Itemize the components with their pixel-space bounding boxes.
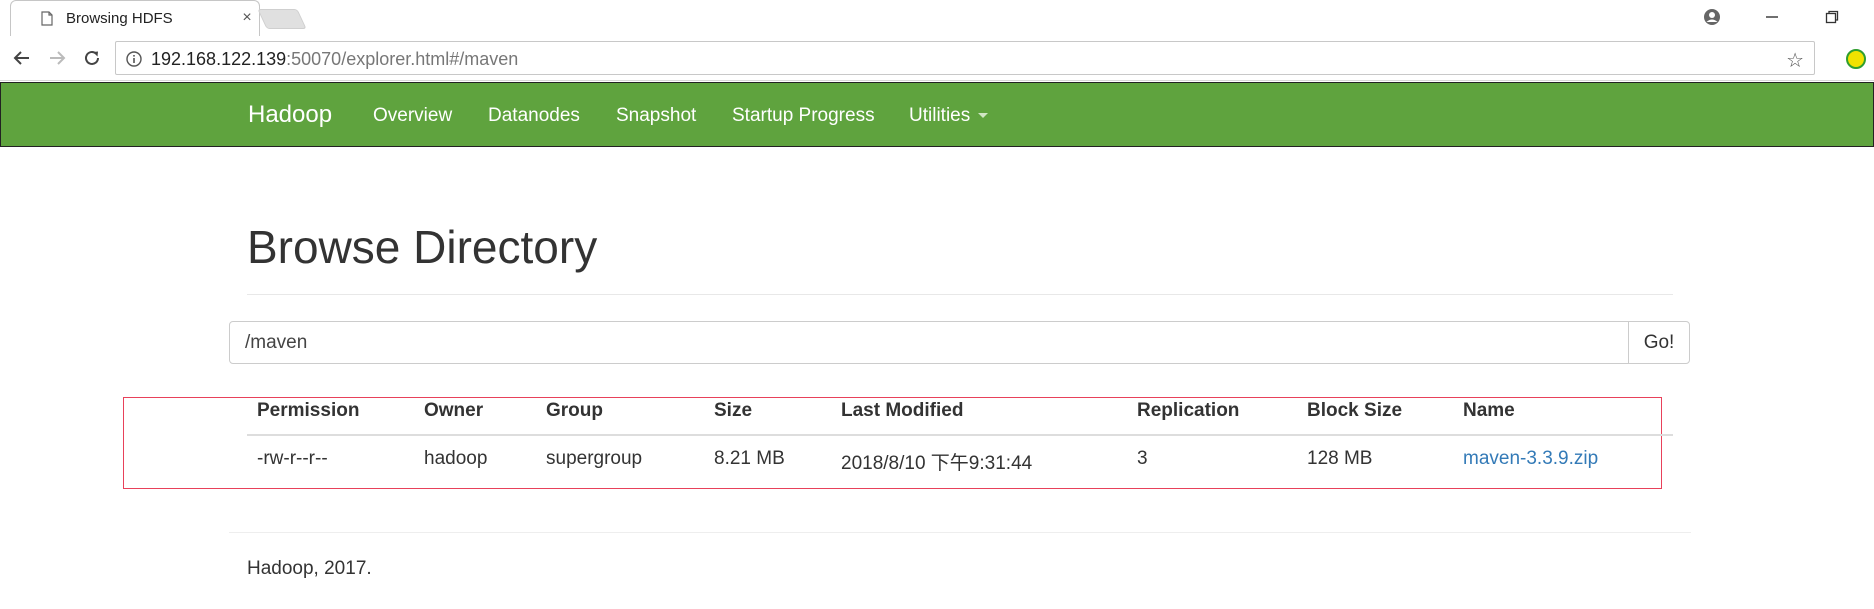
page-icon	[41, 11, 53, 26]
profile-icon[interactable]	[1692, 4, 1732, 30]
page-title: Browse Directory	[247, 221, 598, 273]
url-path: :50070/explorer.html#/maven	[286, 49, 519, 69]
url-host: 192.168.122.139	[151, 49, 287, 69]
bookmark-star-icon[interactable]: ☆	[1786, 48, 1804, 73]
col-header-name[interactable]: Name	[1463, 400, 1515, 422]
nav-utilities[interactable]: Utilities	[909, 105, 989, 127]
cell-group: supergroup	[546, 448, 643, 469]
caret-down-icon	[978, 113, 989, 119]
directory-path-input[interactable]: /maven	[229, 321, 1629, 364]
cell-owner: hadoop	[424, 448, 488, 469]
address-bar[interactable]: 192.168.122.139:50070/explorer.html#/mav…	[115, 41, 1815, 75]
tab-title: Browsing HDFS	[66, 10, 173, 27]
nav-startup-progress[interactable]: Startup Progress	[732, 105, 875, 127]
nav-snapshot[interactable]: Snapshot	[616, 105, 696, 127]
nav-utilities-label: Utilities	[909, 105, 971, 126]
forward-arrow-icon[interactable]	[43, 44, 71, 72]
file-name-link[interactable]: maven-3.3.9.zip	[1463, 448, 1598, 470]
col-header-replication[interactable]: Replication	[1137, 400, 1239, 422]
extension-icon[interactable]	[1846, 49, 1866, 69]
back-arrow-icon[interactable]	[8, 44, 36, 72]
nav-datanodes[interactable]: Datanodes	[488, 105, 580, 127]
hadoop-navbar: Hadoop Overview Datanodes Snapshot Start…	[0, 82, 1874, 147]
col-header-group[interactable]: Group	[546, 400, 603, 422]
table-header-separator	[247, 434, 1673, 436]
col-header-size[interactable]: Size	[714, 400, 752, 422]
new-tab-button[interactable]	[257, 9, 307, 29]
info-icon[interactable]	[126, 51, 142, 67]
reload-icon[interactable]	[78, 44, 106, 72]
tab-close-icon[interactable]: ×	[239, 9, 255, 27]
col-header-last-modified[interactable]: Last Modified	[841, 400, 963, 422]
footer-text: Hadoop, 2017.	[247, 558, 372, 579]
footer-divider	[229, 532, 1691, 533]
restore-icon[interactable]	[1812, 4, 1852, 30]
go-button[interactable]: Go!	[1628, 321, 1690, 364]
cell-last-modified: 2018/8/10 下午9:31:44	[841, 453, 1033, 474]
browser-tab-bar: Browsing HDFS ×	[0, 0, 1874, 36]
cell-block-size: 128 MB	[1307, 448, 1373, 469]
navbar-brand[interactable]: Hadoop	[248, 101, 332, 129]
nav-overview[interactable]: Overview	[373, 105, 452, 127]
browser-tab[interactable]: Browsing HDFS ×	[10, 0, 260, 36]
url-text: 192.168.122.139:50070/explorer.html#/mav…	[151, 49, 518, 70]
col-header-owner[interactable]: Owner	[424, 400, 483, 422]
cell-permission: -rw-r--r--	[257, 448, 328, 469]
divider	[247, 294, 1673, 295]
cell-size: 8.21 MB	[714, 448, 785, 469]
minimize-icon[interactable]	[1752, 4, 1792, 30]
col-header-block-size[interactable]: Block Size	[1307, 400, 1402, 422]
cell-replication: 3	[1137, 448, 1148, 469]
browser-toolbar: 192.168.122.139:50070/explorer.html#/mav…	[0, 36, 1874, 81]
col-header-permission[interactable]: Permission	[257, 400, 359, 422]
